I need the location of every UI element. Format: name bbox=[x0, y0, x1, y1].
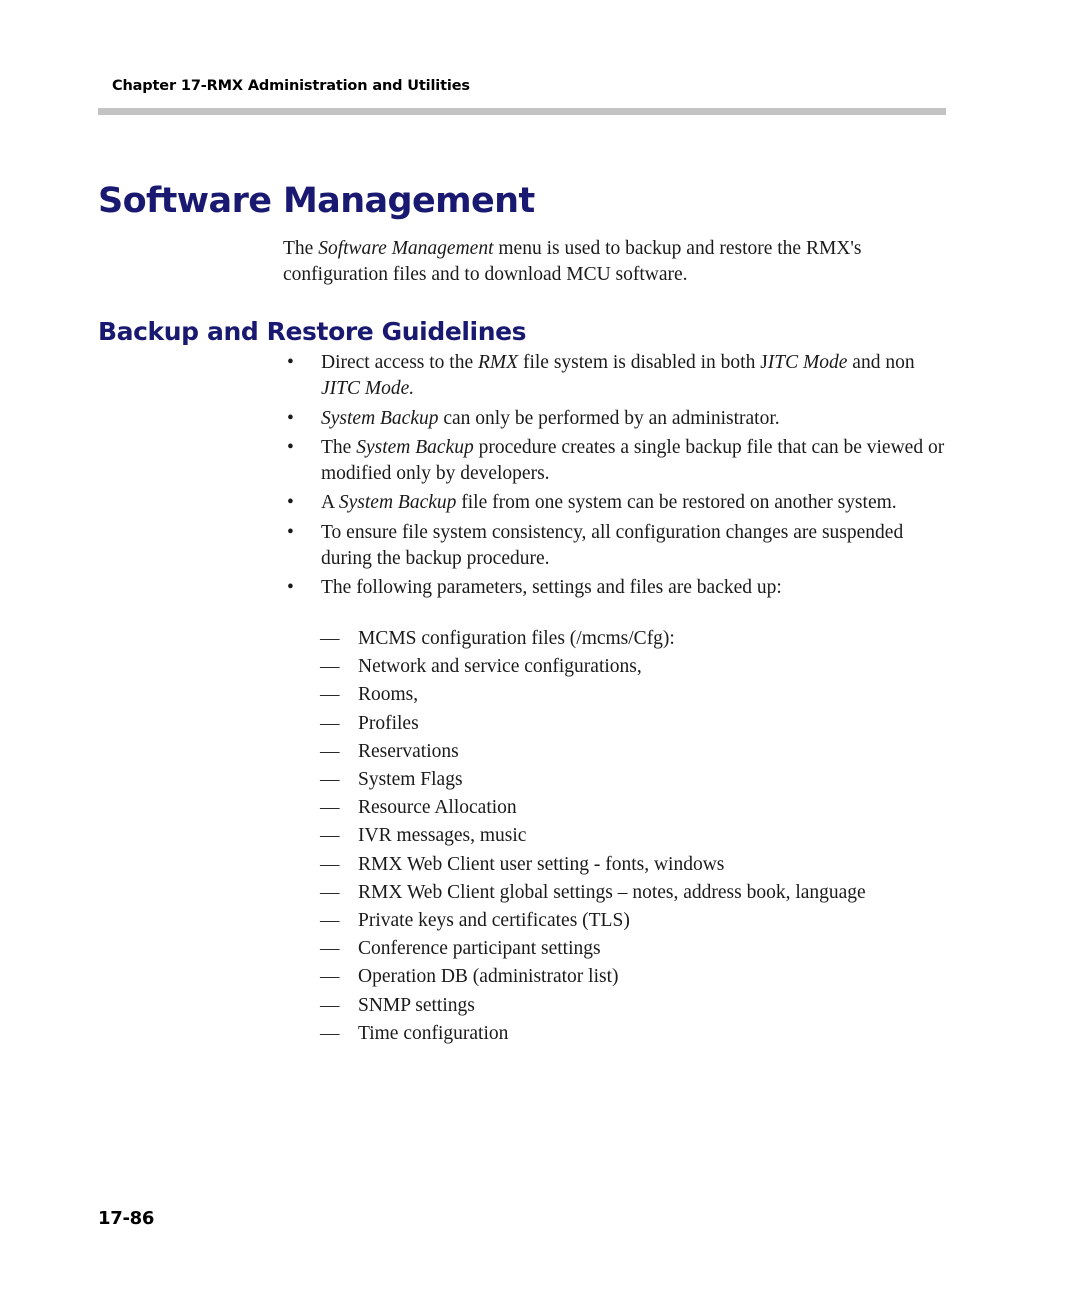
guidelines-bullet-list: • Direct access to the RMX file system is… bbox=[283, 350, 951, 605]
em-dash-marker-icon: — bbox=[320, 740, 340, 762]
bullet-text: can only be performed by an administrato… bbox=[438, 407, 780, 429]
backed-up-item: — Time configuration bbox=[320, 1020, 950, 1048]
backed-up-item-label: Operation DB (administrator list) bbox=[358, 966, 619, 988]
em-dash-marker-icon: — bbox=[320, 797, 340, 819]
section-heading-backup-restore-guidelines: Backup and Restore Guidelines bbox=[98, 316, 527, 346]
backed-up-item: — Profiles bbox=[320, 710, 950, 738]
em-dash-marker-icon: — bbox=[320, 994, 340, 1016]
bullet-text: To ensure file system consistency, all c… bbox=[321, 521, 904, 570]
guideline-bullet-item: • The System Backup procedure creates a s… bbox=[283, 435, 951, 488]
intro-emphasis: Software Management bbox=[318, 237, 494, 259]
em-dash-marker-icon: — bbox=[320, 938, 340, 960]
backed-up-item: — System Flags bbox=[320, 766, 950, 794]
bullet-text: A bbox=[321, 492, 339, 514]
backed-up-item: — IVR messages, music bbox=[320, 822, 950, 850]
backed-up-item-label: Network and service configurations, bbox=[358, 656, 642, 678]
guideline-bullet-item: • A System Backup file from one system ca… bbox=[283, 490, 951, 516]
running-header: Chapter 17-RMX Administration and Utilit… bbox=[112, 78, 470, 94]
guideline-bullet-item: • The following parameters, settings and … bbox=[283, 575, 951, 601]
backed-up-item-label: System Flags bbox=[358, 769, 463, 791]
intro-paragraph: The Software Management menu is used to … bbox=[283, 236, 948, 288]
em-dash-marker-icon: — bbox=[320, 684, 340, 706]
bullet-marker-icon: • bbox=[287, 492, 294, 514]
backed-up-item: — Rooms, bbox=[320, 681, 950, 709]
backed-up-item-label: SNMP settings bbox=[358, 994, 475, 1016]
backed-up-item: — SNMP settings bbox=[320, 992, 950, 1020]
em-dash-marker-icon: — bbox=[320, 853, 340, 875]
backed-up-item-label: Resource Allocation bbox=[358, 797, 517, 819]
backed-up-item: — MCMS configuration files (/mcms/Cfg): bbox=[320, 625, 950, 653]
bullet-marker-icon: • bbox=[287, 521, 294, 543]
em-dash-marker-icon: — bbox=[320, 628, 340, 649]
page-number: 17-86 bbox=[98, 1208, 155, 1229]
bullet-text: file system is disabled in both J bbox=[518, 352, 768, 373]
backed-up-item-label: Conference participant settings bbox=[358, 938, 601, 960]
em-dash-marker-icon: — bbox=[320, 1022, 340, 1044]
guideline-bullet-item: • Direct access to the RMX file system is… bbox=[283, 350, 951, 403]
bullet-marker-icon: • bbox=[287, 577, 294, 599]
page-title: Software Management bbox=[98, 181, 535, 222]
bullet-marker-icon: • bbox=[287, 436, 294, 458]
backed-up-item: — RMX Web Client global settings – notes,… bbox=[320, 879, 950, 907]
backed-up-item: — Operation DB (administrator list) bbox=[320, 963, 950, 991]
bullet-text: Direct access to the bbox=[321, 352, 479, 373]
header-rule-divider bbox=[98, 108, 946, 115]
em-dash-marker-icon: — bbox=[320, 769, 340, 791]
backed-up-item-label: RMX Web Client user setting - fonts, win… bbox=[358, 853, 725, 875]
em-dash-marker-icon: — bbox=[320, 825, 340, 847]
backed-up-item-label: Profiles bbox=[358, 712, 419, 734]
bullet-emphasis: JITC Mode. bbox=[321, 378, 415, 400]
backed-up-item-label: RMX Web Client global settings – notes, … bbox=[358, 881, 866, 903]
em-dash-marker-icon: — bbox=[320, 656, 340, 678]
bullet-text: file from one system can be restored on … bbox=[456, 492, 897, 514]
backed-up-item: — Reservations bbox=[320, 738, 950, 766]
em-dash-marker-icon: — bbox=[320, 881, 340, 903]
backed-up-item-label: IVR messages, music bbox=[358, 825, 527, 847]
intro-text-before: The bbox=[283, 237, 319, 259]
bullet-text: The following parameters, settings and f… bbox=[321, 577, 782, 599]
bullet-emphasis: System Backup bbox=[321, 407, 439, 429]
backed-up-item: — RMX Web Client user setting - fonts, wi… bbox=[320, 851, 950, 879]
guideline-bullet-item: • To ensure file system consistency, all … bbox=[283, 520, 951, 573]
bullet-text: The bbox=[321, 436, 357, 458]
bullet-marker-icon: • bbox=[287, 352, 294, 373]
backed-up-item-label: Time configuration bbox=[358, 1022, 509, 1044]
bullet-emphasis: RMX bbox=[478, 352, 519, 373]
bullet-text: and non bbox=[847, 352, 915, 373]
backed-up-item: — Conference participant settings bbox=[320, 935, 950, 963]
bullet-emphasis: System Backup bbox=[338, 492, 457, 514]
backed-up-item: — Network and service configurations, bbox=[320, 653, 950, 681]
backed-up-item: — Private keys and certificates (TLS) bbox=[320, 907, 950, 935]
bullet-emphasis: ITC Mode bbox=[767, 352, 848, 373]
document-page: Chapter 17-RMX Administration and Utilit… bbox=[0, 0, 1080, 1306]
backed-up-item-label: Reservations bbox=[358, 740, 459, 762]
backed-up-item-label: Private keys and certificates (TLS) bbox=[358, 910, 630, 932]
backed-up-items-list: — MCMS configuration files (/mcms/Cfg): — N… bbox=[320, 625, 950, 1048]
backed-up-item: — Resource Allocation bbox=[320, 794, 950, 822]
backed-up-item-label: MCMS configuration files (/mcms/Cfg): bbox=[358, 628, 675, 649]
em-dash-marker-icon: — bbox=[320, 712, 340, 734]
em-dash-marker-icon: — bbox=[320, 966, 340, 988]
bullet-marker-icon: • bbox=[287, 407, 294, 429]
backed-up-item-label: Rooms, bbox=[358, 684, 419, 706]
bullet-emphasis: System Backup bbox=[356, 436, 474, 458]
em-dash-marker-icon: — bbox=[320, 910, 340, 932]
guideline-bullet-item: • System Backup can only be performed by … bbox=[283, 406, 951, 432]
